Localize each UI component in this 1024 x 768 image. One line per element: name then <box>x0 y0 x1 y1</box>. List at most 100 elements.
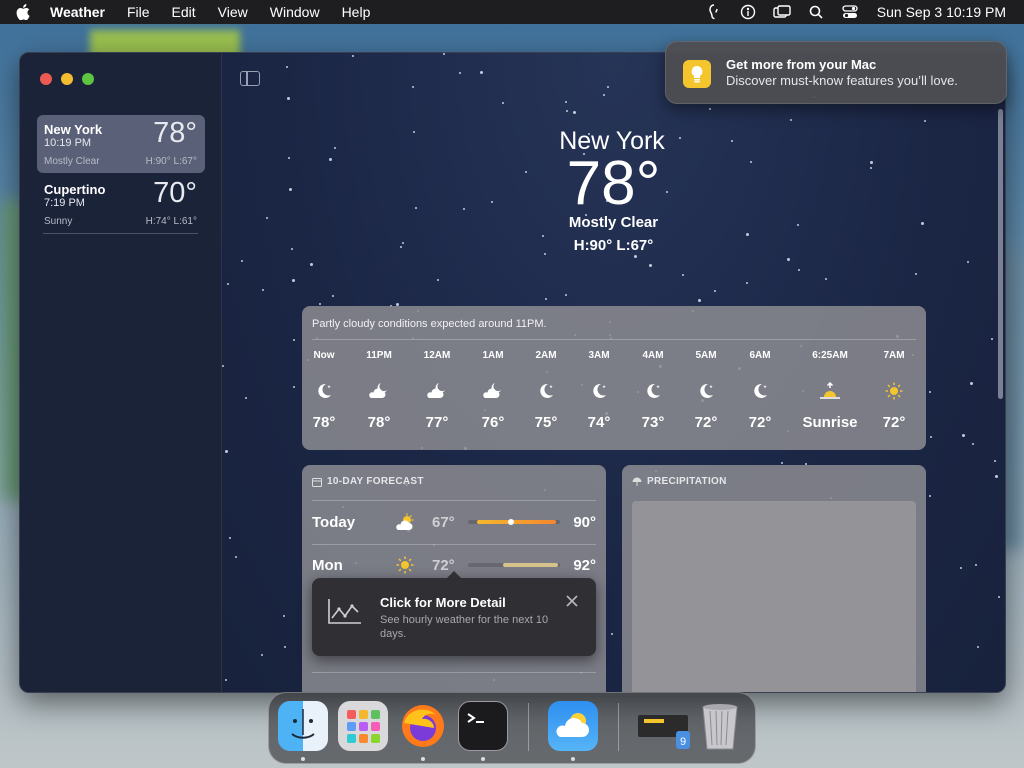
star <box>244 396 247 399</box>
close-icon[interactable] <box>566 594 578 612</box>
hour-column: 4AM 73° <box>626 350 680 431</box>
precipitation-card[interactable]: PRECIPITATION <box>622 465 926 692</box>
precipitation-map[interactable] <box>632 501 916 692</box>
dock-weather-icon[interactable] <box>548 701 598 751</box>
moon-icon <box>626 380 680 402</box>
sidebar-toggle-icon[interactable] <box>240 71 260 86</box>
star <box>975 564 978 567</box>
lightbulb-icon <box>683 60 711 88</box>
star <box>928 391 931 393</box>
hour-column: 2AM 75° <box>519 350 573 431</box>
star <box>443 53 446 56</box>
search-icon[interactable] <box>807 4 825 20</box>
star <box>713 290 716 293</box>
moon-icon <box>519 380 573 402</box>
notification-banner[interactable]: Get more from your Mac Discover must-kno… <box>665 41 1007 104</box>
star <box>502 102 505 105</box>
sidebar-location-new-york[interactable]: New York 10:19 PM 78° Mostly Clear H:90°… <box>37 115 205 173</box>
forecast-high: 90° <box>573 513 596 531</box>
forecast-high: 92° <box>573 556 596 574</box>
star <box>682 273 685 276</box>
moon-icon <box>297 380 351 402</box>
hour-column: 3AM 74° <box>572 350 626 431</box>
star <box>566 110 569 113</box>
hour-label: Now <box>313 350 335 361</box>
sound-icon[interactable] <box>705 4 723 20</box>
running-indicator <box>421 757 425 761</box>
minimize-button[interactable] <box>61 73 73 85</box>
location-temp: 78° <box>153 117 197 149</box>
hour-column: 6:25AM Sunrise <box>800 350 860 431</box>
tip-body: See hourly weather for the next 10 days. <box>380 614 549 640</box>
apple-menu-icon[interactable] <box>16 4 36 20</box>
hour-temp: 76° <box>481 414 505 431</box>
notification-body: Discover must-know features you’ll love. <box>726 73 958 88</box>
hour-label: 6:25AM <box>812 350 848 361</box>
hour-column: 6AM 72° <box>733 350 787 431</box>
hour-temp: 77° <box>425 414 449 431</box>
menu-edit[interactable]: Edit <box>172 4 196 20</box>
star <box>708 108 711 111</box>
hourly-forecast-card[interactable]: Partly cloudy conditions expected around… <box>302 306 926 450</box>
star <box>697 298 701 302</box>
scrollbar[interactable] <box>998 109 1003 399</box>
forecast-row-today[interactable]: Today 67° 90° <box>312 510 596 534</box>
star <box>977 646 980 649</box>
sidebar-location-cupertino[interactable]: Cupertino 7:19 PM 70° Sunny H:74° L:61° <box>37 175 205 233</box>
star <box>224 449 228 453</box>
tip-popover: Click for More Detail See hourly weather… <box>312 571 596 656</box>
calendar-icon <box>312 477 322 487</box>
divider <box>312 544 596 545</box>
star <box>970 382 974 386</box>
dock-terminal-icon[interactable] <box>458 701 508 751</box>
star <box>293 339 296 342</box>
menu-window[interactable]: Window <box>270 4 320 20</box>
control-center-icon[interactable] <box>841 4 859 20</box>
star <box>928 495 931 498</box>
dock-separator <box>528 703 529 751</box>
hour-temp: 73° <box>641 414 665 431</box>
cloud-sun-icon <box>382 513 428 531</box>
star <box>607 86 610 89</box>
dock-downloads-icon[interactable]: 9 <box>636 701 690 751</box>
location-time: 10:19 PM <box>44 137 92 149</box>
star <box>292 385 295 388</box>
tip-title: Click for More Detail <box>380 595 506 610</box>
hour-temp: 72° <box>694 414 718 431</box>
menu-file[interactable]: File <box>127 4 150 20</box>
menu-clock[interactable]: Sun Sep 3 10:19 PM <box>877 4 1006 20</box>
sidebar: New York 10:19 PM 78° Mostly Clear H:90°… <box>20 53 222 692</box>
star <box>564 294 567 297</box>
zoom-button[interactable] <box>82 73 94 85</box>
menu-app-name[interactable]: Weather <box>50 4 105 20</box>
cloud-moon-icon <box>410 380 464 402</box>
dock-trash-icon[interactable] <box>698 701 748 751</box>
star <box>222 364 225 367</box>
location-name: Cupertino <box>44 182 106 197</box>
dock-finder-icon[interactable] <box>278 701 328 751</box>
divider <box>312 500 596 501</box>
menu-bar: Weather File Edit View Window Help Sun S… <box>0 0 1024 24</box>
star <box>787 257 791 261</box>
menu-help[interactable]: Help <box>342 4 371 20</box>
hour-temp: Sunrise <box>802 414 858 431</box>
location-condition: Sunny <box>44 216 73 227</box>
star <box>228 537 231 540</box>
accessibility-icon[interactable] <box>739 4 757 20</box>
weather-window: New York 10:19 PM 78° Mostly Clear H:90°… <box>19 52 1006 693</box>
current-high-low: H:90° L:67° <box>573 237 654 254</box>
star <box>479 70 483 74</box>
temp-range-bar <box>468 519 560 525</box>
dock-launchpad-icon[interactable] <box>338 701 388 751</box>
screen-mirroring-icon[interactable] <box>773 4 791 20</box>
star <box>240 260 243 263</box>
location-high-low: H:74° L:61° <box>145 216 197 227</box>
dock-firefox-icon[interactable] <box>398 701 448 751</box>
hour-temp: 78° <box>312 414 336 431</box>
hour-column: Now 78° <box>297 350 351 431</box>
menu-view[interactable]: View <box>218 4 248 20</box>
close-button[interactable] <box>40 73 52 85</box>
star <box>262 289 265 292</box>
star <box>284 645 287 648</box>
star <box>997 595 1000 598</box>
